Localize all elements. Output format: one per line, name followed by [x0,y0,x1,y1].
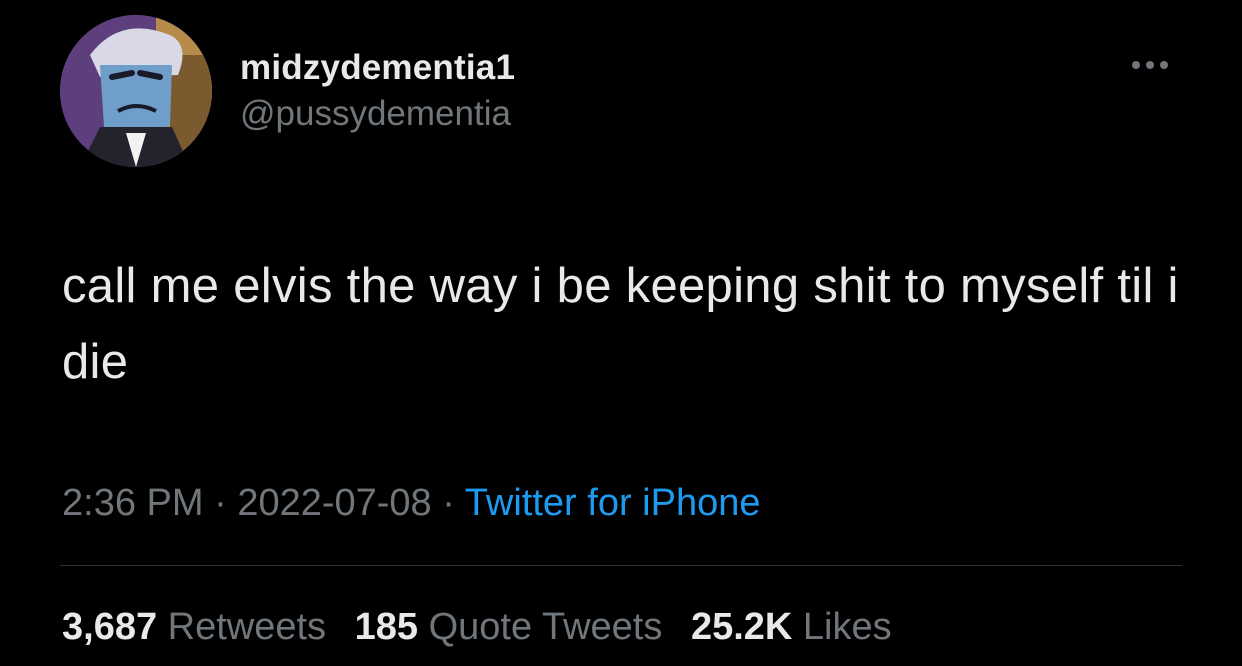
more-horizontal-icon [1132,61,1140,69]
more-horizontal-icon [1160,61,1168,69]
display-name[interactable]: midzydementia1 [240,48,515,88]
likes-stat[interactable]: 25.2K Likes [691,606,892,648]
tweet-card: midzydementia1 @pussydementia call me el… [0,0,1242,666]
meta-separator: · [203,482,238,524]
quote-tweets-stat[interactable]: 185 Quote Tweets [355,606,663,648]
more-options-button[interactable] [1120,55,1180,75]
tweet-source-link[interactable]: Twitter for iPhone [465,482,761,524]
likes-count: 25.2K [690,606,793,648]
tweet-stats: 3,687 Retweets 185 Quote Tweets 25.2K Li… [62,602,910,652]
tweet-time[interactable]: 2:36 PM [62,482,204,524]
divider [60,565,1182,566]
tweet-meta: 2:36 PM · 2022-07-08 · Twitter for iPhon… [62,478,760,528]
author-info[interactable]: midzydementia1 @pussydementia [240,48,515,136]
quotes-label: Quote Tweets [428,606,663,648]
meta-separator: · [431,482,465,524]
retweets-count: 3,687 [62,606,158,648]
retweets-label: Retweets [167,606,327,648]
quotes-count: 185 [354,606,419,648]
handle[interactable]: @pussydementia [240,92,515,136]
avatar-image [60,15,212,167]
avatar[interactable] [60,15,212,167]
more-horizontal-icon [1146,61,1154,69]
tweet-text: call me elvis the way i be keeping shit … [62,259,1179,389]
likes-label: Likes [802,606,892,648]
tweet-date[interactable]: 2022-07-08 [237,482,431,524]
retweets-stat[interactable]: 3,687 Retweets [62,606,326,648]
